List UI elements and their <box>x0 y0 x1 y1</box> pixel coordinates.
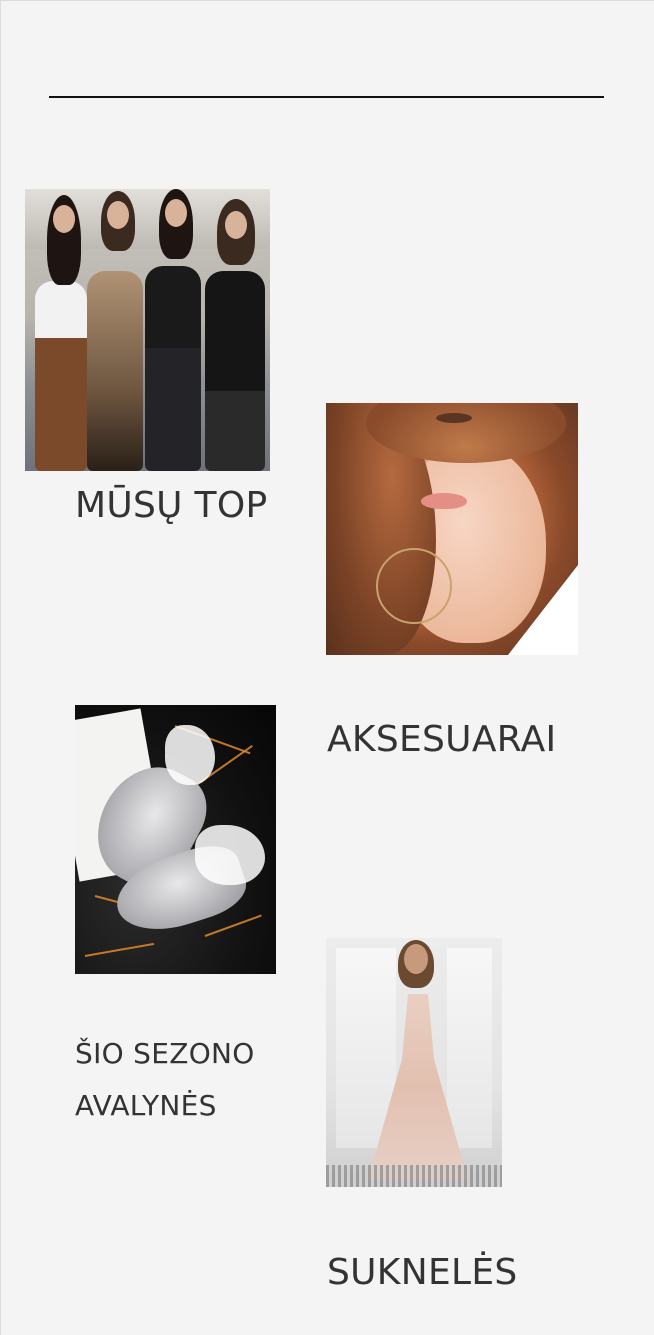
ribbon-bow <box>195 825 265 885</box>
section-title-accessories[interactable]: AKSESUARAI <box>327 719 556 760</box>
page: MŪSŲ TOP AKSESUARAI ŠIO SEZONO AVALYNĖS <box>0 0 654 1335</box>
marble-vein <box>204 914 262 937</box>
section-title-shoes-line2: AVALYNĖS <box>75 1089 217 1122</box>
header-divider <box>49 96 604 98</box>
model-figure <box>145 266 201 471</box>
model-face <box>107 201 129 229</box>
hoop-earring <box>376 548 452 624</box>
accessories-image[interactable] <box>326 403 578 655</box>
section-title-top[interactable]: MŪSŲ TOP <box>75 485 268 526</box>
section-title-shoes-line1: ŠIO SEZONO <box>75 1037 255 1070</box>
rug <box>326 1165 502 1187</box>
window-backdrop <box>447 948 492 1148</box>
eye <box>436 413 472 423</box>
model-face <box>404 944 428 974</box>
model-figure <box>87 271 143 471</box>
model-figure <box>35 281 87 471</box>
section-title-dresses[interactable]: SUKNELĖS <box>327 1252 518 1293</box>
model-face <box>165 199 187 227</box>
dresses-image[interactable] <box>326 938 502 1187</box>
model-face <box>53 205 75 233</box>
top-collection-image[interactable] <box>25 189 270 471</box>
section-title-shoes[interactable]: ŠIO SEZONO AVALYNĖS <box>75 1028 255 1132</box>
ribbon-bow <box>165 725 215 785</box>
model-face <box>225 211 247 239</box>
model-figure <box>205 271 265 471</box>
shoes-image[interactable] <box>75 705 276 974</box>
marble-vein <box>84 942 155 957</box>
lips <box>421 493 467 509</box>
